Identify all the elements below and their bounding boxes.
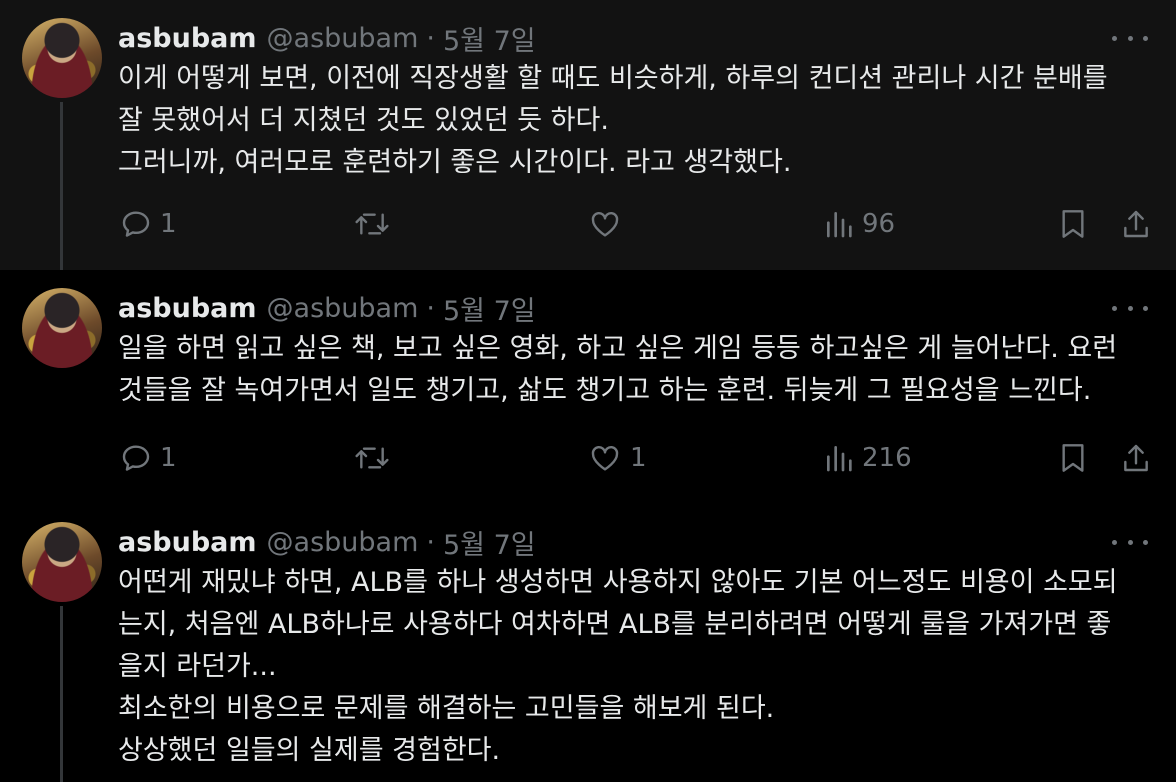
tweet-line: 그러니까, 여러모로 훈련하기 좋은 시간이다. 라고 생각했다. (118, 147, 792, 178)
views-icon (827, 212, 852, 238)
author-handle[interactable]: @asbubam (267, 23, 419, 54)
bookmark-icon (1062, 210, 1084, 238)
tweet[interactable]: asbubam @asbubam · 5월 7일 이게 어떻게 보면, 이전에 … (0, 0, 1176, 270)
tweet-line: 을지 라던가... (118, 651, 277, 682)
repost-button[interactable] (354, 208, 390, 240)
reply-count: 1 (160, 443, 177, 473)
views-icon (827, 446, 852, 472)
tweet-line: 것들을 잘 녹여가면서 일도 챙기고, 삶도 챙기고 하는 훈련. 뒤늦게 그 … (118, 375, 1092, 406)
like-icon (591, 446, 619, 471)
bookmark-icon (1062, 444, 1084, 472)
reply-button[interactable]: 1 (120, 442, 177, 474)
tweet-date[interactable]: 5월 7일 (443, 19, 536, 58)
tweet-line: 이게 어떻게 보면, 이전에 직장생활 할 때도 비슷하게, 하루의 컨디션 관… (118, 63, 1108, 94)
tweet[interactable]: asbubam @asbubam · 5월 7일 일을 하면 읽고 싶은 책, … (0, 270, 1176, 504)
views-button[interactable]: 96 (824, 208, 895, 240)
views-count: 96 (862, 209, 896, 239)
bookmark-button[interactable] (1058, 442, 1088, 474)
author-handle[interactable]: @asbubam (267, 527, 419, 558)
like-button[interactable] (588, 208, 622, 240)
reply-icon (122, 445, 150, 471)
views-count: 216 (862, 443, 912, 473)
like-count: 1 (630, 443, 647, 473)
tweet-header: asbubam @asbubam · 5월 7일 (118, 523, 536, 562)
avatar[interactable] (22, 18, 102, 98)
repost-icon (355, 447, 389, 469)
bookmark-button[interactable] (1058, 208, 1088, 240)
separator: · (426, 22, 435, 54)
tweet-text: 어떤게 재밌냐 하면, ALB를 하나 생성하면 사용하지 않아도 기본 어느정… (118, 562, 1148, 772)
tweet-line: 최소한의 비용으로 문제를 해결하는 고민들을 해보게 된다. (118, 693, 775, 724)
share-button[interactable] (1120, 208, 1152, 240)
thread-line (60, 606, 63, 782)
author-name[interactable]: asbubam (118, 293, 257, 324)
like-button[interactable]: 1 (588, 442, 647, 474)
like-icon (591, 212, 619, 237)
more-icon[interactable] (1112, 296, 1148, 320)
tweet-line: 일을 하면 읽고 싶은 책, 보고 싶은 영화, 하고 싶은 게임 등등 하고싶… (118, 333, 1118, 364)
more-icon[interactable] (1112, 530, 1148, 554)
more-icon[interactable] (1112, 26, 1148, 50)
tweet-header: asbubam @asbubam · 5월 7일 (118, 19, 536, 58)
reply-button[interactable]: 1 (120, 208, 177, 240)
reply-count: 1 (160, 209, 177, 239)
share-button[interactable] (1120, 442, 1152, 474)
tweet-header: asbubam @asbubam · 5월 7일 (118, 289, 536, 328)
tweet-date[interactable]: 5월 7일 (443, 523, 536, 562)
tweet-text: 이게 어떻게 보면, 이전에 직장생활 할 때도 비슷하게, 하루의 컨디션 관… (118, 58, 1148, 184)
repost-icon (355, 213, 389, 235)
tweet-line: 잘 못했어서 더 지쳤던 것도 있었던 듯 하다. (118, 105, 609, 136)
reply-icon (122, 211, 150, 237)
repost-button[interactable] (354, 442, 390, 474)
tweet-date[interactable]: 5월 7일 (443, 289, 536, 328)
tweet[interactable]: asbubam @asbubam · 5월 7일 어떤게 재밌냐 하면, ALB… (0, 504, 1176, 782)
tweet-text: 일을 하면 읽고 싶은 책, 보고 싶은 영화, 하고 싶은 게임 등등 하고싶… (118, 328, 1148, 412)
separator: · (426, 292, 435, 324)
share-icon (1124, 444, 1148, 472)
avatar[interactable] (22, 522, 102, 602)
tweet-line: 상상했던 일들의 실제를 경험한다. (118, 735, 501, 766)
tweet-line: 는지, 처음엔 ALB하나로 사용하다 여차하면 ALB를 분리하려면 어떻게 … (118, 609, 1112, 640)
views-button[interactable]: 216 (824, 442, 912, 474)
tweet-line: 어떤게 재밌냐 하면, ALB를 하나 생성하면 사용하지 않아도 기본 어느정… (118, 567, 1118, 598)
share-icon (1124, 210, 1148, 238)
separator: · (426, 526, 435, 558)
author-name[interactable]: asbubam (118, 527, 257, 558)
author-name[interactable]: asbubam (118, 23, 257, 54)
author-handle[interactable]: @asbubam (267, 293, 419, 324)
avatar[interactable] (22, 288, 102, 368)
action-bar: 1 96 (0, 206, 1176, 246)
action-bar: 1 1 216 (0, 440, 1176, 480)
